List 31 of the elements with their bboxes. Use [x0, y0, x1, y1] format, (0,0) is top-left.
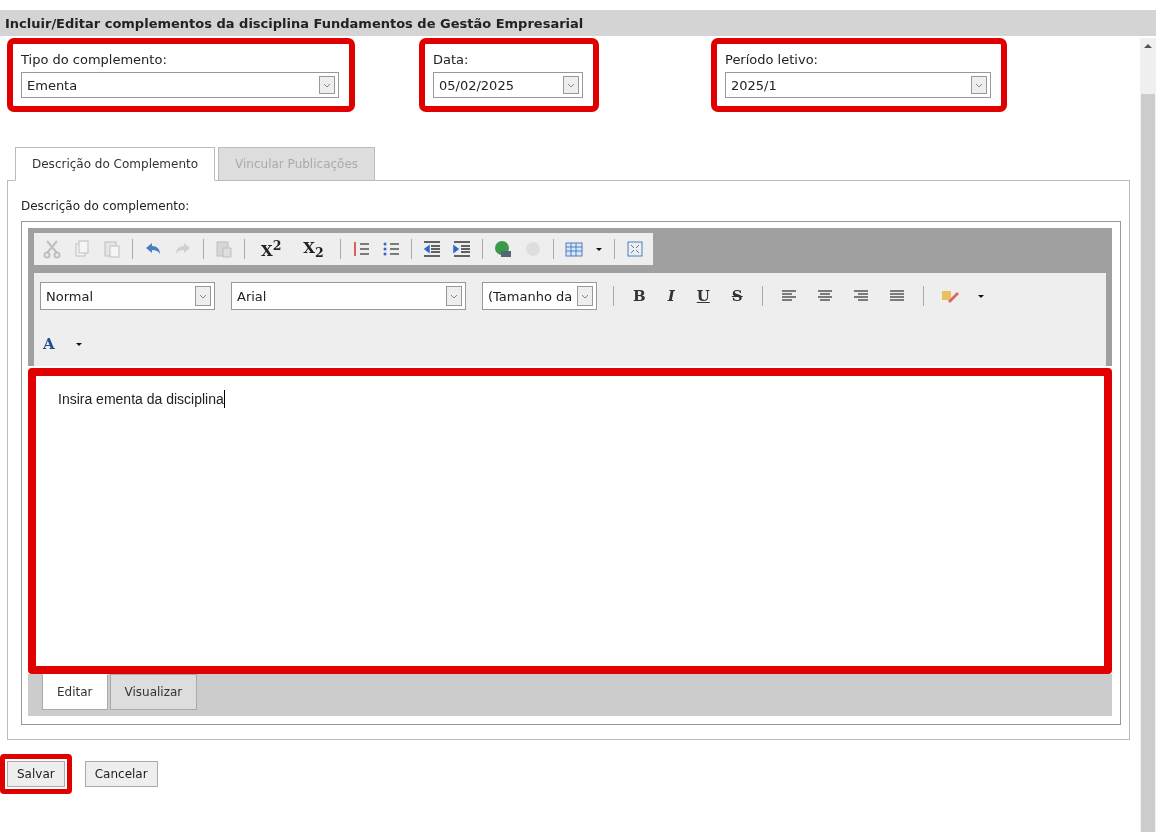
scrollbar-thumb[interactable]: [1141, 94, 1155, 832]
tab[interactable]: Editar: [42, 674, 108, 710]
text-cursor: [223, 390, 225, 408]
font-color-button[interactable]: A: [40, 335, 58, 353]
dropdown-field[interactable]: 05/02/2025: [433, 72, 583, 98]
script-button[interactable]: X$^{2}$: [255, 238, 288, 260]
bold-button[interactable]: B: [630, 287, 649, 305]
tab[interactable]: Visualizar: [109, 674, 198, 710]
strike-button[interactable]: S: [728, 287, 746, 305]
editor-text: Insira ementa da disciplina: [58, 390, 224, 408]
window-title: Incluir/Editar complementos da disciplina Fundamentos de Gestão Empresarial: [5, 15, 584, 31]
field-label: Tipo do complemento:: [21, 52, 168, 68]
italic-button[interactable]: I: [664, 287, 678, 305]
underline-button[interactable]: U: [693, 287, 713, 305]
form-button[interactable]: Cancelar: [84, 761, 158, 787]
script-button[interactable]: X$_{2}$: [297, 238, 330, 260]
dropdown-field[interactable]: Normal: [40, 282, 215, 310]
tab[interactable]: Descrição do Complemento: [15, 147, 216, 181]
field-label: Período letivo:: [725, 52, 819, 68]
dropdown-field[interactable]: (Tamanho da: [482, 282, 597, 310]
dropdown-field[interactable]: Ementa: [21, 72, 339, 98]
scrollbar[interactable]: [1140, 38, 1156, 832]
dropdown-field[interactable]: Arial: [231, 282, 466, 310]
editor-label: Descrição do complemento:: [21, 199, 191, 213]
indent-icon[interactable]: [451, 239, 472, 259]
form-button[interactable]: Salvar: [7, 761, 65, 787]
dropdown-field[interactable]: 2025/1: [725, 72, 991, 98]
table-icon[interactable]: [563, 239, 584, 259]
fullscreen-icon[interactable]: [624, 239, 645, 259]
field-label: Data:: [433, 52, 470, 68]
outdent-icon[interactable]: [421, 239, 442, 259]
